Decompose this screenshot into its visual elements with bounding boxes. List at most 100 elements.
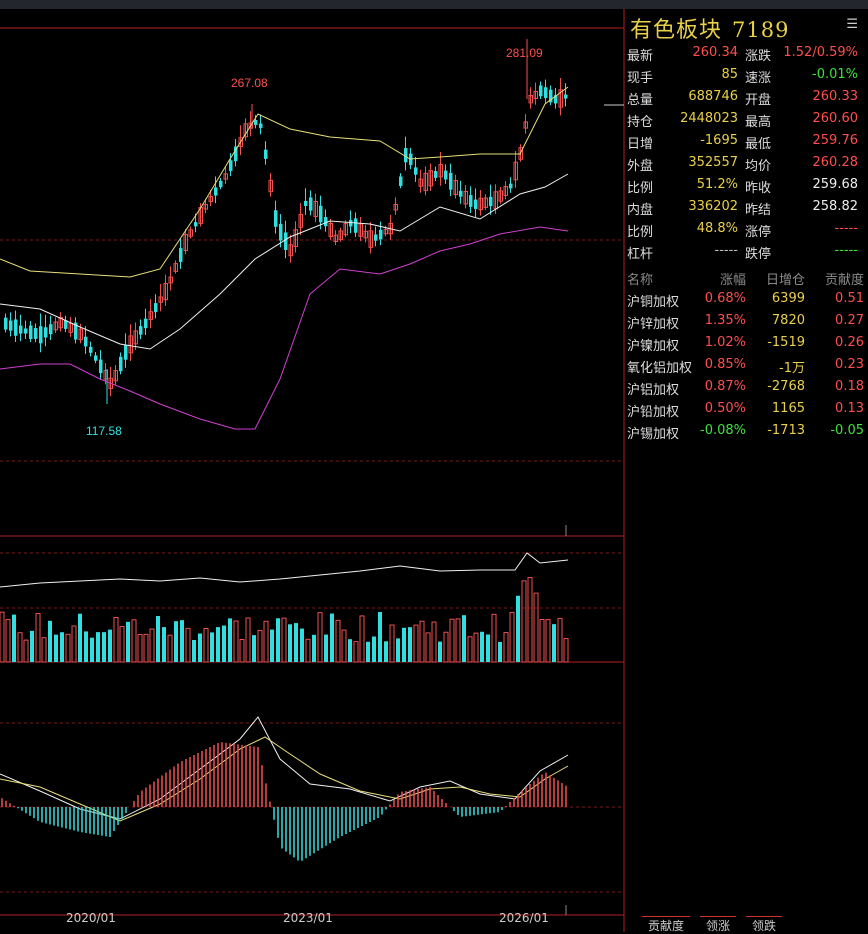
tab-2[interactable]: 领跌 [746,916,783,933]
table-row[interactable]: 沪锡加权 -0.08% -1713 -0.05 [626,420,868,442]
volume-bar [210,632,214,662]
volume-bar [90,637,94,662]
list-menu-icon[interactable]: ☰ [846,17,858,32]
candle-body [399,176,403,186]
table-row[interactable]: 沪镍加权 1.02% -1519 0.26 [626,332,868,354]
volume-bar [180,620,184,662]
candle-body [144,318,148,329]
quote-label: 涨停 [745,225,772,240]
table-row[interactable]: 沪铅加权 0.50% 1165 0.13 [626,398,868,420]
quote-value: -1695 [700,133,738,148]
candle-body [309,197,313,211]
table-row[interactable]: 沪铝加权 0.87% -2768 0.18 [626,376,868,398]
header-name[interactable]: 名称 [627,269,653,288]
header-change[interactable]: 涨幅 [720,269,746,288]
volume-bar [300,628,304,662]
volume-bar [288,624,292,662]
volume-bar [402,627,406,662]
quote-label: 最新 [627,49,654,64]
quote-row: 杠杆 ----- 跌停 ----- [626,240,868,262]
volume-bar [413,624,419,663]
component-name: 沪锡加权 [627,427,680,442]
volume-bar [462,615,466,662]
quote-row: 日增 -1695 最低 259.76 [626,130,868,152]
component-oi: 7820 [771,313,805,328]
volume-bar [198,633,202,662]
volume-bar [149,628,155,663]
volume-bar [41,637,47,663]
component-contrib: 0.27 [835,313,864,328]
quote-row: 内盘 336202 昨结 258.82 [626,196,868,218]
volume-bar [270,629,274,662]
component-oi: 6399 [771,291,805,306]
volume-bar [54,634,58,662]
instrument-title: 有色板块 7189 [630,12,789,44]
candle-body [544,87,548,99]
candle-body [49,324,53,335]
volume-bar [294,623,298,662]
volume-bar [84,631,88,662]
tab-0[interactable]: 贡献度 [642,916,691,933]
volume-bar [486,634,490,662]
quote-value: ----- [834,243,858,258]
component-oi: -1万 [779,361,805,376]
candle-body [34,328,38,339]
candle-body [19,325,23,334]
candle-body [94,355,98,361]
component-oi: -1519 [767,335,805,350]
volume-bar [366,641,370,662]
volume-bar [389,624,395,663]
volume-bar [65,633,71,663]
volume-bar [156,616,160,662]
candle-body [124,344,128,360]
volume-bar [245,617,251,663]
volume-bar [527,577,533,663]
header-oi[interactable]: 日增仓 [766,269,805,288]
candle-body [379,229,383,240]
volume-bar [498,641,502,662]
volume-bar [552,624,556,662]
candle-body [194,222,198,227]
candle-body [4,317,8,330]
candle-body [29,325,33,339]
quote-label: 杠杆 [627,247,654,262]
volume-bar [516,595,520,662]
table-row[interactable]: 氧化铝加权 0.85% -1万 0.23 [626,354,868,376]
quote-value: 688746 [688,89,738,104]
volume-bar [174,621,178,662]
candle-body [259,123,263,128]
volume-bar [353,641,359,663]
candle-body [434,171,438,178]
quote-label: 跌停 [745,247,772,262]
volume-bar [276,618,280,662]
tab-1[interactable]: 领涨 [700,916,737,933]
header-contrib[interactable]: 贡献度 [825,269,864,288]
volume-bar [0,611,5,663]
candle-body [99,359,103,374]
open-interest-line [0,552,569,588]
volume-bar [5,618,11,663]
table-row[interactable]: 沪锌加权 1.35% 7820 0.27 [626,310,868,332]
quote-label: 现手 [627,71,654,86]
volume-bar [113,616,119,663]
quote-label: 内盘 [627,203,654,218]
candle-body [274,210,278,227]
candle-body [469,195,473,207]
quote-label: 比例 [627,225,654,240]
volume-bar [312,634,316,662]
volume-bar [317,612,323,663]
kline-chart-area[interactable]: 267.08 281.09 117.58 [0,9,625,932]
candle-body [9,320,13,331]
candle-body [414,167,418,175]
candle-body [324,217,328,227]
volume-bar [162,627,166,662]
table-row[interactable]: 沪铜加权 0.68% 6399 0.51 [626,288,868,310]
volume-bar [563,638,569,663]
component-oi: -1713 [767,423,805,438]
bottom-tabs: 贡献度 领涨 领跌 [626,916,868,933]
quote-label: 昨结 [745,203,772,218]
volume-bar [425,632,431,663]
volume-bar [185,627,191,663]
peak-label-2: 281.09 [506,46,543,60]
quote-row: 比例 48.8% 涨停 ----- [626,218,868,240]
